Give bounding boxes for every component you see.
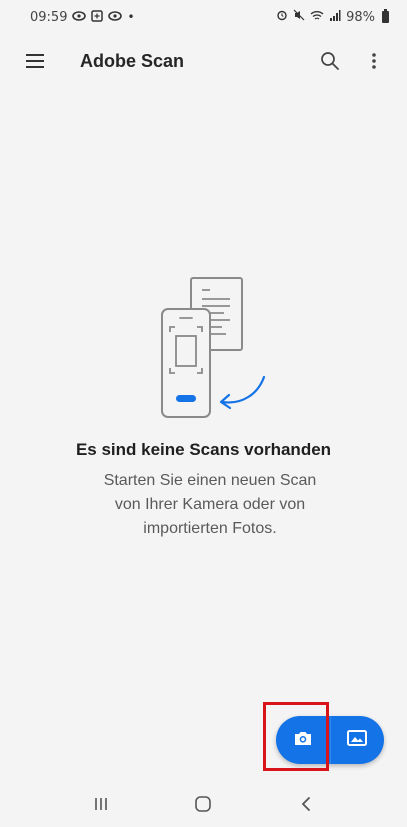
camera-scan-button[interactable] xyxy=(276,716,330,764)
eye-icon xyxy=(72,10,87,24)
app-title: Adobe Scan xyxy=(80,50,185,71)
status-right: 98% xyxy=(276,9,389,25)
app-actions xyxy=(315,46,389,76)
battery-level: 98% xyxy=(346,9,375,25)
back-icon[interactable] xyxy=(281,784,331,824)
screenshot-icon xyxy=(91,9,104,25)
mute-icon xyxy=(293,9,305,25)
eye-icon xyxy=(108,10,123,24)
more-vert-icon[interactable] xyxy=(359,46,389,76)
empty-state-line-2: von Ihrer Kamera oder von xyxy=(114,496,306,513)
system-nav-bar xyxy=(0,780,407,827)
alarm-icon xyxy=(276,9,288,25)
status-left: 09:59 • xyxy=(30,10,135,25)
signal-icon xyxy=(329,9,341,25)
battery-icon xyxy=(382,9,389,23)
status-bar: 09:59 • 98% xyxy=(0,0,407,34)
camera-icon xyxy=(293,730,313,750)
home-icon[interactable] xyxy=(178,784,228,824)
dot-icon: • xyxy=(127,10,135,24)
empty-state-description: Starten Sie einen neuen Scan von Ihrer K… xyxy=(70,469,350,541)
wifi-icon xyxy=(310,10,324,25)
empty-state-line-1: Starten Sie einen neuen Scan xyxy=(103,472,317,489)
phone-document-scan-illustration xyxy=(150,272,280,427)
empty-state-title: Es sind keine Scans vorhanden xyxy=(75,440,332,459)
hamburger-icon[interactable] xyxy=(26,46,56,76)
empty-state-line-3: importierten Fotos. xyxy=(143,520,277,537)
image-icon xyxy=(347,730,368,750)
scan-fab-group xyxy=(276,716,384,764)
recent-apps-icon[interactable] xyxy=(76,784,126,824)
status-time: 09:59 xyxy=(30,9,68,25)
search-icon[interactable] xyxy=(315,46,345,76)
import-photo-button[interactable] xyxy=(330,716,384,764)
app-bar: Adobe Scan xyxy=(0,38,407,84)
